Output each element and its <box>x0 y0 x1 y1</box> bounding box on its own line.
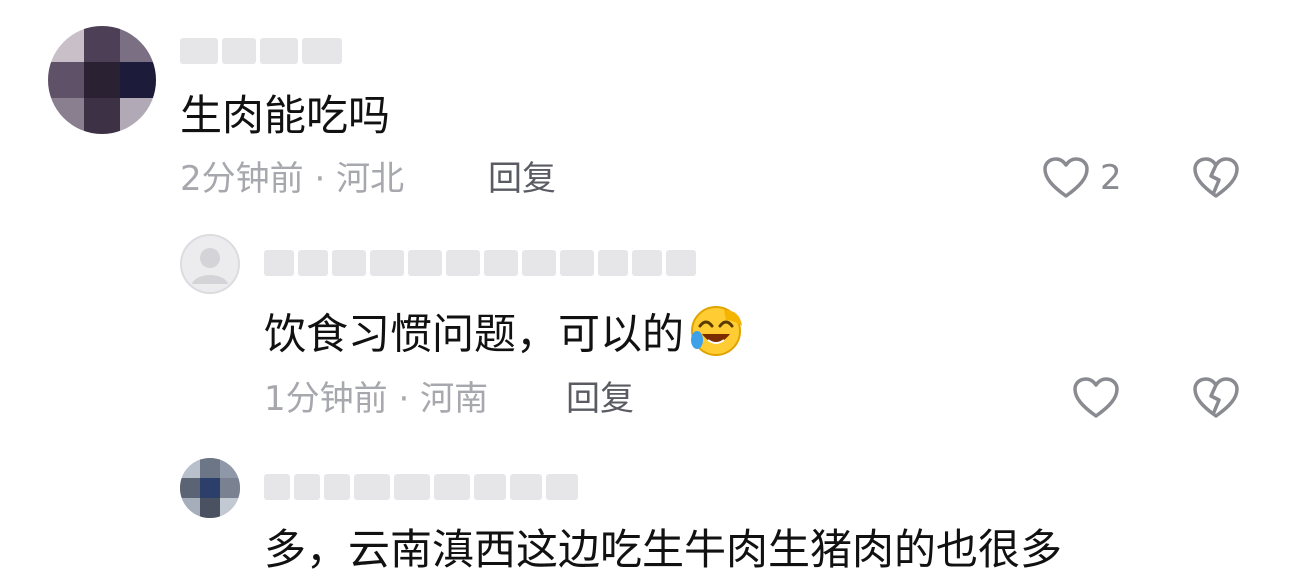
comment-text: 多，云南滇西这边吃生牛肉生猪肉的也很多 <box>264 525 1063 574</box>
heart-icon <box>1043 157 1089 198</box>
dislike-button[interactable] <box>1192 156 1240 204</box>
dislike-button[interactable] <box>1192 376 1240 424</box>
comment-location: 河北 <box>336 159 405 199</box>
reply-comment-item: 多，云南滇西这边吃生牛肉生猪肉的也很多 <box>0 446 1290 588</box>
avatar[interactable] <box>48 26 156 134</box>
comment-meta: 2分钟前 · 河北 <box>180 158 404 200</box>
comment-time: 2分钟前 <box>180 159 304 199</box>
comment-meta: 1分钟前 · 河南 <box>264 378 488 420</box>
broken-heart-icon <box>1193 377 1239 418</box>
reply-comment-item: 饮食习惯问题，可以的 1分钟前 · 河南 回复 <box>0 220 1290 440</box>
comment-location: 河南 <box>420 379 489 419</box>
comment-text-content: 饮食习惯问题，可以的 <box>264 309 685 359</box>
comment-text: 生肉能吃吗 <box>180 91 391 140</box>
comment-item: 生肉能吃吗 2分钟前 · 河北 回复 2 <box>0 0 1290 210</box>
username-blurred[interactable] <box>264 246 696 280</box>
laughing-with-tears-emoji-icon <box>686 304 746 370</box>
broken-heart-icon <box>1193 157 1239 198</box>
avatar[interactable] <box>180 234 240 294</box>
comment-time: 1分钟前 <box>264 379 388 419</box>
like-button[interactable] <box>1072 376 1120 420</box>
heart-icon <box>1073 377 1119 418</box>
reply-button[interactable]: 回复 <box>488 158 556 200</box>
reply-button[interactable]: 回复 <box>566 378 634 420</box>
meta-separator: · <box>303 159 337 199</box>
username-blurred[interactable] <box>264 470 578 504</box>
like-button[interactable]: 2 <box>1042 156 1122 200</box>
username-blurred[interactable] <box>180 34 342 68</box>
like-count: 2 <box>1100 158 1122 198</box>
meta-separator: · <box>387 379 421 419</box>
comment-text: 饮食习惯问题，可以的 <box>264 304 746 370</box>
avatar[interactable] <box>180 458 240 518</box>
